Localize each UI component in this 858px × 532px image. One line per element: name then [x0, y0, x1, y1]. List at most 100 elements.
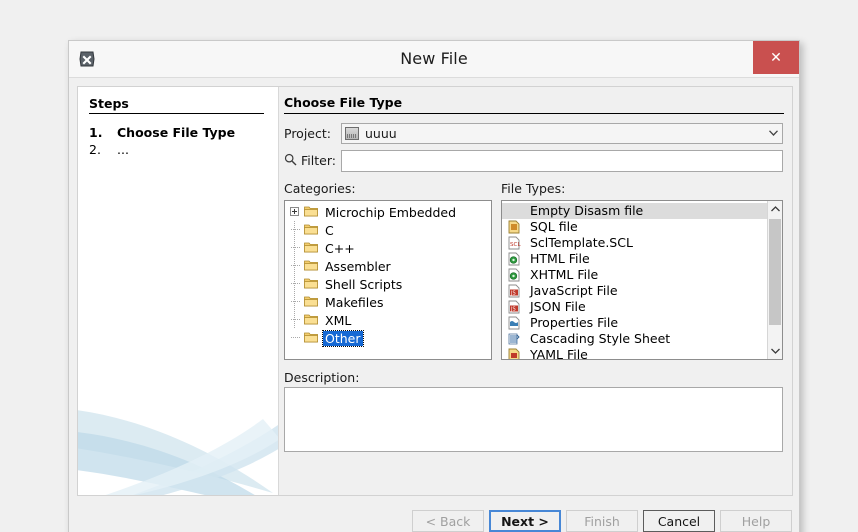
category-label: C: [325, 223, 334, 238]
js-file-icon: JS: [508, 284, 520, 298]
back-button[interactable]: < Back: [412, 510, 484, 532]
category-row-other[interactable]: Other: [285, 329, 491, 347]
description-label: Description:: [284, 370, 360, 385]
folder-icon: [304, 278, 318, 289]
file-type-label: XHTML File: [530, 267, 599, 282]
tree-line: [291, 265, 300, 266]
cancel-button[interactable]: Cancel: [643, 510, 715, 532]
category-row-xml[interactable]: XML: [285, 311, 491, 329]
folder-icon: [304, 242, 318, 253]
category-row-microchip-embedded[interactable]: Microchip Embedded: [285, 203, 491, 221]
step-number: 1.: [89, 125, 103, 140]
help-button[interactable]: Help: [720, 510, 792, 532]
category-label: XML: [325, 313, 352, 328]
category-row-assembler[interactable]: Assembler: [285, 257, 491, 275]
folder-icon: [304, 260, 318, 271]
folder-icon: [304, 332, 318, 343]
tree-line: [291, 337, 300, 338]
file-types-scrollbar[interactable]: [767, 201, 782, 359]
scroll-up-button[interactable]: [768, 201, 782, 217]
tree-line: [294, 257, 295, 275]
scroll-down-button[interactable]: [768, 343, 782, 359]
project-icon: [345, 127, 359, 140]
file-type-row-xhtml-file[interactable]: XHTML File: [502, 267, 768, 283]
svg-text:JS: JS: [510, 291, 516, 297]
file-types-list[interactable]: Empty Disasm file SQL file SCL SclTempla…: [501, 200, 783, 360]
tree-line: [291, 247, 300, 248]
expand-toggle-icon[interactable]: [290, 207, 299, 216]
next-button[interactable]: Next >: [489, 510, 561, 532]
tree-line: [294, 311, 295, 329]
xhtml-file-icon: [508, 268, 520, 282]
step-number: 2.: [89, 142, 101, 157]
step-label: Choose File Type: [117, 125, 236, 140]
file-type-label: SclTemplate.SCL: [530, 235, 633, 250]
file-type-label: JavaScript File: [530, 283, 618, 298]
folder-icon: [304, 314, 318, 325]
file-type-label: Empty Disasm file: [530, 203, 644, 218]
decorative-swoosh-graphic: [78, 410, 278, 495]
file-type-label: Cascading Style Sheet: [530, 331, 671, 346]
scrollbar-thumb[interactable]: [769, 219, 781, 325]
description-box: [284, 387, 783, 452]
category-row-makefiles[interactable]: Makefiles: [285, 293, 491, 311]
page-title-divider: [284, 113, 784, 114]
filter-input[interactable]: [341, 150, 783, 172]
folder-icon: [304, 206, 318, 217]
project-value: uuuu: [365, 126, 397, 141]
file-type-label: HTML File: [530, 251, 590, 266]
tree-line: [294, 293, 295, 311]
page-title: Choose File Type: [284, 95, 403, 110]
svg-text:SCL: SCL: [510, 242, 521, 248]
dialog-body: Steps 1. Choose File Type 2. ... Choose …: [77, 86, 793, 496]
chevron-down-icon: [769, 130, 778, 136]
category-label: C++: [325, 241, 355, 256]
json-file-icon: JS: [508, 300, 520, 314]
tree-line: [294, 221, 295, 239]
css-file-icon: [508, 333, 520, 345]
tree-line: [294, 239, 295, 257]
dialog-footer: < Back Next > Finish Cancel Help: [69, 497, 799, 532]
file-types-label: File Types:: [501, 181, 566, 196]
categories-tree[interactable]: Microchip Embedded C C++ Assembler Shell…: [284, 200, 492, 360]
categories-label: Categories:: [284, 181, 356, 196]
file-type-row-empty-disasm-file[interactable]: Empty Disasm file: [502, 203, 768, 219]
file-type-row-sql-file[interactable]: SQL file: [502, 219, 768, 235]
dialog-title: New File: [400, 49, 468, 68]
category-label: Microchip Embedded: [325, 205, 457, 220]
file-type-label: YAML File: [530, 347, 588, 360]
file-type-row-properties-file[interactable]: Properties File: [502, 315, 768, 331]
file-type-row-json-file[interactable]: JS JSON File: [502, 299, 768, 315]
file-type-row-cascading-style-sheet[interactable]: Cascading Style Sheet: [502, 331, 768, 347]
file-type-label: SQL file: [530, 219, 578, 234]
chevron-down-icon: [770, 348, 780, 354]
filter-label: Filter:: [301, 153, 336, 168]
step-label: ...: [117, 142, 129, 157]
category-label: Shell Scripts: [325, 277, 403, 292]
file-type-row-html-file[interactable]: HTML File: [502, 251, 768, 267]
category-label: Makefiles: [325, 295, 384, 310]
file-type-row-javascript-file[interactable]: JS JavaScript File: [502, 283, 768, 299]
tree-line: [291, 319, 300, 320]
close-button[interactable]: ✕: [753, 41, 799, 74]
tree-line: [291, 229, 300, 230]
folder-icon: [304, 224, 318, 235]
steps-divider: [89, 113, 264, 114]
new-file-dialog: New File ✕ Steps 1. Choose File Type 2. …: [68, 40, 800, 532]
screen: New File ✕ Steps 1. Choose File Type 2. …: [0, 0, 858, 532]
file-type-row-yaml-file[interactable]: YAML File: [502, 347, 768, 360]
tree-line: [291, 301, 300, 302]
file-type-row-scltemplate-scl[interactable]: SCL SclTemplate.SCL: [502, 235, 768, 251]
sql-file-icon: [508, 220, 520, 234]
category-row-c[interactable]: C: [285, 221, 491, 239]
finish-button[interactable]: Finish: [566, 510, 638, 532]
project-label: Project:: [284, 126, 331, 141]
folder-icon: [304, 296, 318, 307]
yaml-file-icon: [508, 348, 520, 359]
file-type-label: JSON File: [530, 299, 586, 314]
category-row-cpp[interactable]: C++: [285, 239, 491, 257]
scl-file-icon: SCL: [508, 236, 521, 250]
project-select[interactable]: uuuu: [341, 123, 783, 144]
category-row-shell-scripts[interactable]: Shell Scripts: [285, 275, 491, 293]
tree-line: [291, 283, 300, 284]
